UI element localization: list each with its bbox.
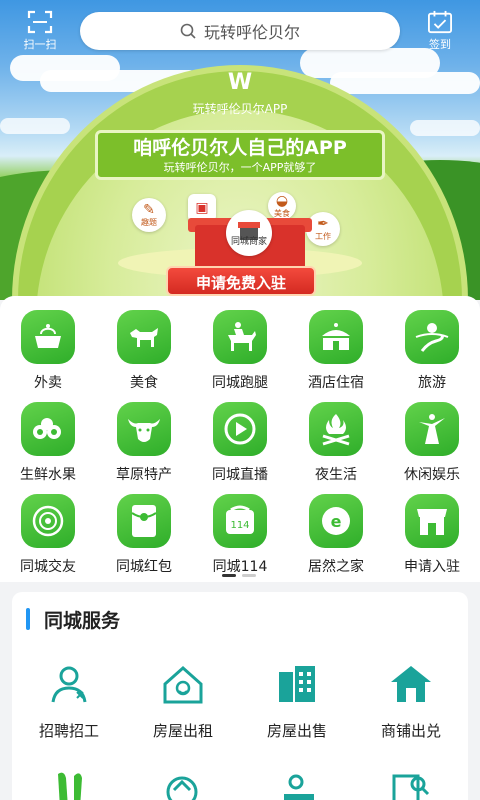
grid-label: 申请入驻 <box>404 559 460 575</box>
category-grid: 外卖 美食 同城跑腿 酒店住宿 旅游 生鲜水果 草原特产 同城直播 夜生活 休闲… <box>0 296 480 582</box>
work-icon: ✒ <box>317 215 329 232</box>
record-icon <box>21 494 75 548</box>
service-label: 招聘招工 <box>38 722 99 740</box>
food-icon: ◒ <box>275 192 289 209</box>
calendar-check-icon <box>428 10 452 34</box>
service-label: 商铺出兑 <box>380 722 441 740</box>
grid-item-apply[interactable]: 申请入驻 <box>384 494 480 584</box>
grid-item-nightlife[interactable]: 夜生活 <box>288 402 384 492</box>
store-icon <box>405 494 459 548</box>
grid-label: 居然之家 <box>308 559 364 575</box>
house-rent-icon <box>163 665 203 704</box>
grid-label: 同城直播 <box>212 467 268 483</box>
city-services-card: 同城服务 招聘招工 房屋出租 房屋出售 商铺出兑 <box>12 592 468 800</box>
service-label: 房屋出售 <box>266 722 327 740</box>
red-packet-icon <box>117 494 171 548</box>
grid-label: 夜生活 <box>315 467 357 483</box>
recruit-icon <box>51 666 87 703</box>
road-icon <box>405 310 459 364</box>
section-title: 同城服务 <box>44 610 121 632</box>
grid-item-errand[interactable]: 同城跑腿 <box>192 310 288 400</box>
grid-label: 草原特产 <box>116 467 172 483</box>
grid-item-red-packet[interactable]: 同城红包 <box>96 494 192 584</box>
exchange-icon[interactable] <box>162 768 202 800</box>
merchant-label: 同城商家 <box>230 237 267 247</box>
quiz-icon: ✎ <box>143 201 155 218</box>
bubble-food: ◒ 美食 <box>268 192 296 220</box>
grid-item-hotel[interactable]: 酒店住宿 <box>288 310 384 400</box>
service-label: 房屋出租 <box>152 722 213 740</box>
checkin-label: 签到 <box>429 38 451 51</box>
grid-item-leisure[interactable]: 休闲娱乐 <box>384 402 480 492</box>
grid-label: 休闲娱乐 <box>404 467 460 483</box>
slogan-bar: 咱呼伦贝尔人自己的APP 玩转呼伦贝尔，一个APP就够了 <box>95 130 385 180</box>
fruit-icon <box>21 402 75 456</box>
grid-label: 同城114 <box>212 559 268 575</box>
grid-label: 生鲜水果 <box>20 467 76 483</box>
agent-icon[interactable] <box>278 768 318 800</box>
shop-transfer-icon <box>391 666 431 702</box>
grid-label: 旅游 <box>418 375 446 391</box>
grid-item-food[interactable]: 美食 <box>96 310 192 400</box>
page-dot <box>242 574 256 577</box>
grid-item-takeout[interactable]: 外卖 <box>0 310 96 400</box>
search-bar[interactable]: 玩转呼伦贝尔 <box>80 12 400 50</box>
grid-item-live[interactable]: 同城直播 <box>192 402 288 492</box>
grid-label: 同城跑腿 <box>212 375 268 391</box>
car-icon: ▣ <box>195 200 209 216</box>
page-dot-active <box>222 574 236 577</box>
bull-icon <box>117 310 171 364</box>
svg-text:e: e <box>331 512 342 531</box>
promo-banner[interactable]: W 玩转呼伦贝尔APP 咱呼伦贝尔人自己的APP 玩转呼伦贝尔，一个APP就够了… <box>0 0 480 300</box>
grid-item-114[interactable]: 114 同城114 <box>192 494 288 584</box>
grid-item-travel[interactable]: 旅游 <box>384 310 480 400</box>
grid-label: 同城交友 <box>20 559 76 575</box>
play-icon <box>213 402 267 456</box>
app-name-label: 玩转呼伦贝尔APP <box>192 102 288 116</box>
slogan-sub: 玩转呼伦贝尔，一个APP就够了 <box>163 161 317 174</box>
search-icon <box>180 23 196 39</box>
bonfire-icon <box>309 402 363 456</box>
search-placeholder: 玩转呼伦贝尔 <box>203 23 300 42</box>
dancer-icon <box>405 402 459 456</box>
cow-head-icon <box>117 402 171 456</box>
service-house-rent[interactable]: 房屋出租 <box>128 662 238 762</box>
slogan-main: 咱呼伦贝尔人自己的APP <box>133 137 347 159</box>
grid-item-specialty[interactable]: 草原特产 <box>96 402 192 492</box>
checkin-button[interactable]: 签到 <box>418 10 462 52</box>
grid-label: 美食 <box>130 375 158 391</box>
service-building-sale[interactable]: 房屋出售 <box>242 662 352 762</box>
grid-item-dating[interactable]: 同城交友 <box>0 494 96 584</box>
bubble-quiz: ✎ 趣题 <box>132 198 166 232</box>
svg-text:114: 114 <box>230 520 249 531</box>
home-brand-icon: e <box>309 494 363 548</box>
grid-label: 同城红包 <box>116 559 172 575</box>
rabbit-ears-icon[interactable] <box>50 768 90 800</box>
horse-rider-icon <box>213 310 267 364</box>
grid-label: 酒店住宿 <box>308 375 364 391</box>
grid-item-fresh-fruit[interactable]: 生鲜水果 <box>0 402 96 492</box>
grid-item-home-brand[interactable]: e 居然之家 <box>288 494 384 584</box>
apply-free-button[interactable]: 申请免费入驻 <box>166 266 316 296</box>
merchant-bubble <box>226 210 272 256</box>
app-logo: W <box>227 70 253 95</box>
service-shop-transfer[interactable]: 商铺出兑 <box>356 662 466 762</box>
building-sale-icon <box>279 666 315 702</box>
yurt-icon <box>309 310 363 364</box>
takeout-icon <box>21 310 75 364</box>
scan-icon <box>27 10 53 34</box>
scan-label: 扫一扫 <box>23 38 57 51</box>
phone-114-icon: 114 <box>213 494 267 548</box>
scan-button[interactable]: 扫一扫 <box>18 10 62 52</box>
document-search-icon[interactable] <box>390 768 430 800</box>
grid-label: 外卖 <box>34 375 62 391</box>
section-accent-bar <box>26 608 30 630</box>
service-recruit[interactable]: 招聘招工 <box>14 662 124 762</box>
